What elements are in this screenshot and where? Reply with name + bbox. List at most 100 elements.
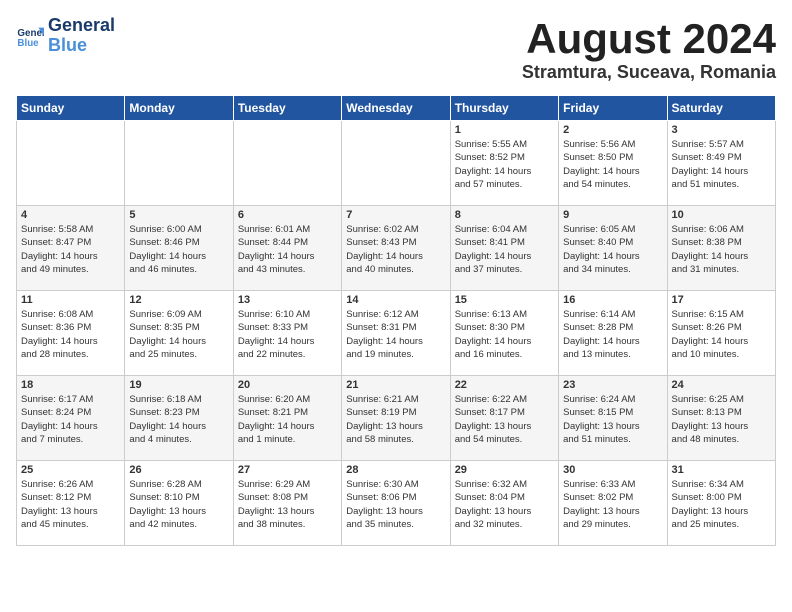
day-detail: Sunrise: 6:09 AM Sunset: 8:35 PM Dayligh… xyxy=(129,308,228,361)
day-number: 13 xyxy=(238,294,337,306)
calendar-cell: 17 Sunrise: 6:15 AM Sunset: 8:26 PM Dayli… xyxy=(667,291,775,376)
calendar-cell: 19 Sunrise: 6:18 AM Sunset: 8:23 PM Dayli… xyxy=(125,376,233,461)
logo-icon: General Blue xyxy=(16,22,44,50)
day-number: 30 xyxy=(563,464,662,476)
day-number: 26 xyxy=(129,464,228,476)
day-detail: Sunrise: 6:13 AM Sunset: 8:30 PM Dayligh… xyxy=(455,308,554,361)
day-detail: Sunrise: 6:15 AM Sunset: 8:26 PM Dayligh… xyxy=(672,308,771,361)
day-number: 12 xyxy=(129,294,228,306)
day-detail: Sunrise: 6:05 AM Sunset: 8:40 PM Dayligh… xyxy=(563,223,662,276)
calendar-cell: 11Sunrise: 6:08 AM Sunset: 8:36 PM Dayli… xyxy=(17,291,125,376)
day-number: 8 xyxy=(455,209,554,221)
calendar-cell: 3 Sunrise: 5:57 AM Sunset: 8:49 PM Daylig… xyxy=(667,121,775,206)
calendar-cell: 21 Sunrise: 6:21 AM Sunset: 8:19 PM Dayli… xyxy=(342,376,450,461)
day-detail: Sunrise: 6:25 AM Sunset: 8:13 PM Dayligh… xyxy=(672,393,771,446)
day-detail: Sunrise: 6:10 AM Sunset: 8:33 PM Dayligh… xyxy=(238,308,337,361)
calendar-cell: 22 Sunrise: 6:22 AM Sunset: 8:17 PM Dayli… xyxy=(450,376,558,461)
calendar-cell: 25 Sunrise: 6:26 AM Sunset: 8:12 PM Dayli… xyxy=(17,461,125,546)
calendar-week-1: 1 Sunrise: 5:55 AM Sunset: 8:52 PM Daylig… xyxy=(17,121,776,206)
calendar-cell xyxy=(17,121,125,206)
calendar-cell: 24 Sunrise: 6:25 AM Sunset: 8:13 PM Dayli… xyxy=(667,376,775,461)
column-header-sunday: Sunday xyxy=(17,96,125,121)
day-number: 25 xyxy=(21,464,120,476)
svg-text:Blue: Blue xyxy=(17,38,39,49)
day-number: 11 xyxy=(21,294,120,306)
calendar-cell: 14 Sunrise: 6:12 AM Sunset: 8:31 PM Dayli… xyxy=(342,291,450,376)
calendar-cell: 12 Sunrise: 6:09 AM Sunset: 8:35 PM Dayli… xyxy=(125,291,233,376)
day-detail: Sunrise: 6:00 AM Sunset: 8:46 PM Dayligh… xyxy=(129,223,228,276)
day-detail: Sunrise: 6:33 AM Sunset: 8:02 PM Dayligh… xyxy=(563,478,662,531)
day-number: 3 xyxy=(672,124,771,136)
day-detail: Sunrise: 6:28 AM Sunset: 8:10 PM Dayligh… xyxy=(129,478,228,531)
calendar-cell: 9 Sunrise: 6:05 AM Sunset: 8:40 PM Daylig… xyxy=(559,206,667,291)
day-detail: Sunrise: 6:17 AM Sunset: 8:24 PM Dayligh… xyxy=(21,393,120,446)
day-detail: Sunrise: 5:57 AM Sunset: 8:49 PM Dayligh… xyxy=(672,138,771,191)
calendar-cell: 5 Sunrise: 6:00 AM Sunset: 8:46 PM Daylig… xyxy=(125,206,233,291)
day-detail: Sunrise: 6:14 AM Sunset: 8:28 PM Dayligh… xyxy=(563,308,662,361)
calendar-cell: 4Sunrise: 5:58 AM Sunset: 8:47 PM Daylig… xyxy=(17,206,125,291)
calendar-cell: 31 Sunrise: 6:34 AM Sunset: 8:00 PM Dayli… xyxy=(667,461,775,546)
calendar-table: SundayMondayTuesdayWednesdayThursdayFrid… xyxy=(16,95,776,546)
day-number: 6 xyxy=(238,209,337,221)
calendar-week-4: 18 Sunrise: 6:17 AM Sunset: 8:24 PM Dayli… xyxy=(17,376,776,461)
calendar-cell xyxy=(125,121,233,206)
calendar-cell: 29Sunrise: 6:32 AM Sunset: 8:04 PM Dayli… xyxy=(450,461,558,546)
calendar-cell: 6 Sunrise: 6:01 AM Sunset: 8:44 PM Daylig… xyxy=(233,206,341,291)
calendar-week-5: 25 Sunrise: 6:26 AM Sunset: 8:12 PM Dayli… xyxy=(17,461,776,546)
day-detail: Sunrise: 6:34 AM Sunset: 8:00 PM Dayligh… xyxy=(672,478,771,531)
calendar-cell: 16 Sunrise: 6:14 AM Sunset: 8:28 PM Dayli… xyxy=(559,291,667,376)
day-detail: Sunrise: 6:20 AM Sunset: 8:21 PM Dayligh… xyxy=(238,393,337,446)
calendar-cell: 28 Sunrise: 6:30 AM Sunset: 8:06 PM Dayli… xyxy=(342,461,450,546)
column-header-monday: Monday xyxy=(125,96,233,121)
day-number: 22 xyxy=(455,379,554,391)
day-number: 7 xyxy=(346,209,445,221)
day-detail: Sunrise: 6:29 AM Sunset: 8:08 PM Dayligh… xyxy=(238,478,337,531)
column-header-wednesday: Wednesday xyxy=(342,96,450,121)
day-detail: Sunrise: 6:01 AM Sunset: 8:44 PM Dayligh… xyxy=(238,223,337,276)
day-detail: Sunrise: 6:12 AM Sunset: 8:31 PM Dayligh… xyxy=(346,308,445,361)
day-detail: Sunrise: 6:02 AM Sunset: 8:43 PM Dayligh… xyxy=(346,223,445,276)
day-number: 24 xyxy=(672,379,771,391)
day-number: 29 xyxy=(455,464,554,476)
day-number: 15 xyxy=(455,294,554,306)
calendar-cell: 10 Sunrise: 6:06 AM Sunset: 8:38 PM Dayli… xyxy=(667,206,775,291)
day-number: 1 xyxy=(455,124,554,136)
calendar-cell: 7 Sunrise: 6:02 AM Sunset: 8:43 PM Daylig… xyxy=(342,206,450,291)
day-number: 16 xyxy=(563,294,662,306)
title-block: August 2024 Stramtura, Suceava, Romania xyxy=(522,16,776,83)
day-number: 2 xyxy=(563,124,662,136)
day-number: 17 xyxy=(672,294,771,306)
day-detail: Sunrise: 6:21 AM Sunset: 8:19 PM Dayligh… xyxy=(346,393,445,446)
day-detail: Sunrise: 6:26 AM Sunset: 8:12 PM Dayligh… xyxy=(21,478,120,531)
day-number: 28 xyxy=(346,464,445,476)
calendar-cell: 1 Sunrise: 5:55 AM Sunset: 8:52 PM Daylig… xyxy=(450,121,558,206)
day-detail: Sunrise: 6:30 AM Sunset: 8:06 PM Dayligh… xyxy=(346,478,445,531)
day-detail: Sunrise: 6:18 AM Sunset: 8:23 PM Dayligh… xyxy=(129,393,228,446)
calendar-cell: 26 Sunrise: 6:28 AM Sunset: 8:10 PM Dayli… xyxy=(125,461,233,546)
day-detail: Sunrise: 5:56 AM Sunset: 8:50 PM Dayligh… xyxy=(563,138,662,191)
day-number: 4 xyxy=(21,209,120,221)
day-number: 31 xyxy=(672,464,771,476)
day-number: 23 xyxy=(563,379,662,391)
calendar-cell xyxy=(233,121,341,206)
day-detail: Sunrise: 5:55 AM Sunset: 8:52 PM Dayligh… xyxy=(455,138,554,191)
day-number: 10 xyxy=(672,209,771,221)
calendar-cell: 18 Sunrise: 6:17 AM Sunset: 8:24 PM Dayli… xyxy=(17,376,125,461)
day-detail: Sunrise: 6:24 AM Sunset: 8:15 PM Dayligh… xyxy=(563,393,662,446)
day-detail: Sunrise: 6:22 AM Sunset: 8:17 PM Dayligh… xyxy=(455,393,554,446)
calendar-cell: 27 Sunrise: 6:29 AM Sunset: 8:08 PM Dayli… xyxy=(233,461,341,546)
day-number: 21 xyxy=(346,379,445,391)
calendar-cell: 30 Sunrise: 6:33 AM Sunset: 8:02 PM Dayli… xyxy=(559,461,667,546)
calendar-week-2: 4Sunrise: 5:58 AM Sunset: 8:47 PM Daylig… xyxy=(17,206,776,291)
logo-text: General Blue xyxy=(48,16,115,56)
day-number: 5 xyxy=(129,209,228,221)
day-number: 27 xyxy=(238,464,337,476)
day-number: 9 xyxy=(563,209,662,221)
column-header-saturday: Saturday xyxy=(667,96,775,121)
day-number: 14 xyxy=(346,294,445,306)
day-number: 19 xyxy=(129,379,228,391)
month-title: August 2024 xyxy=(522,16,776,62)
day-detail: Sunrise: 6:06 AM Sunset: 8:38 PM Dayligh… xyxy=(672,223,771,276)
day-number: 18 xyxy=(21,379,120,391)
page-header: General Blue General Blue August 2024 St… xyxy=(16,16,776,83)
